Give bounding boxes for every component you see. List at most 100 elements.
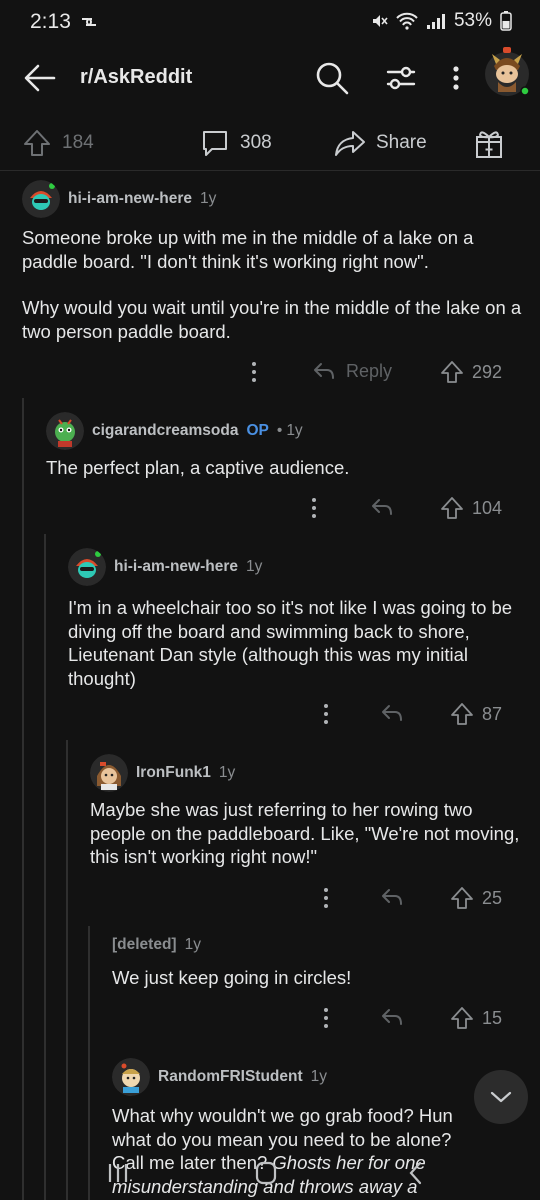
share-arrow-icon [335,131,365,156]
commenter-avatar[interactable] [22,180,60,218]
search-icon[interactable] [312,58,352,98]
deleted-username: [deleted] [112,936,177,953]
post-action-bar: 184 308 Share [0,124,540,168]
comments-button[interactable]: 308 [200,128,272,158]
scroll-down-button[interactable] [474,1070,528,1124]
comment-username[interactable]: IronFunk1 [136,764,211,782]
comment-age: 1y [286,422,303,439]
link-icon [82,18,96,26]
back-nav-icon[interactable] [406,1160,426,1186]
reply-arrow-icon [382,1009,402,1025]
wifi-icon [396,12,418,30]
subreddit-title[interactable]: r/AskReddit [80,66,192,89]
share-label: Share [376,132,427,153]
reply-button[interactable] [380,702,404,724]
comment-header: RandomFRIStudent 1y [112,1058,327,1096]
comment-actions: 25 [90,884,524,914]
battery-icon [500,11,512,31]
reply-button[interactable]: Reply [312,360,392,382]
comment-body: The perfect plan, a captive audience. [46,456,522,480]
status-time: 2:13 [30,10,71,33]
upvote-arrow-icon [441,497,463,519]
commenter-avatar[interactable] [46,412,84,450]
comment-actions: Reply 292 [22,358,522,388]
reply-label: Reply [346,360,393,381]
recent-apps-icon[interactable] [106,1160,130,1186]
separator-dot: • [276,422,283,439]
more-options-icon[interactable] [446,58,466,98]
comment-age: 1y [184,936,201,953]
more-options-icon[interactable] [322,886,330,910]
upvote-arrow-icon [451,703,473,725]
comment-actions: 15 [112,1004,524,1034]
comment-paragraph: I'm in a wheelchair too so it's not like… [68,597,513,689]
reply-arrow-icon [314,363,334,379]
comment-header: hi-i-am-new-here 1y [68,548,262,586]
more-options-icon[interactable] [322,1006,330,1030]
vote-count: 292 [472,361,503,382]
comment-body: I'm in a wheelchair too so it's not like… [68,596,524,690]
commenter-avatar[interactable] [112,1058,150,1096]
comment-username[interactable]: hi-i-am-new-here [68,190,192,208]
divider [0,170,540,171]
comment-username[interactable]: RandomFRIStudent [158,1068,303,1086]
share-button[interactable]: Share [334,128,427,158]
comment-upvote[interactable]: 292 [440,360,502,384]
comment-upvote[interactable]: 25 [450,886,502,910]
reply-arrow-icon [382,889,402,905]
vote-count: 104 [472,497,503,518]
reply-button[interactable] [380,1006,404,1028]
upvote-button[interactable]: 184 [22,128,94,158]
thread-line [66,740,68,1200]
status-icons: 53% [370,10,512,32]
comment-paragraph: Why would you wait until you're in the m… [22,297,522,342]
comment-age: 1y [310,1068,328,1085]
upvote-count: 184 [62,132,94,153]
gift-award-icon [476,131,502,158]
back-arrow-icon[interactable] [22,60,58,96]
more-options-icon[interactable] [310,496,318,520]
reply-button[interactable] [380,886,404,908]
upvote-arrow-icon [451,1007,473,1029]
thread-line [44,534,46,1200]
vote-count: 87 [482,703,503,724]
award-button[interactable] [474,128,504,160]
reply-arrow-icon [372,499,392,515]
comment-body: Maybe she was just referring to her rowi… [90,798,524,869]
home-icon[interactable] [254,1160,278,1186]
more-options-icon[interactable] [322,702,330,726]
commenter-avatar[interactable] [68,548,106,586]
comment-paragraph: The perfect plan, a captive audience. [46,457,350,478]
op-badge: OP [246,422,269,439]
upvote-arrow-icon [24,130,50,156]
comment-bubble-icon [203,131,227,156]
sort-filter-icon[interactable] [382,58,420,98]
comment-upvote[interactable]: 15 [450,1006,502,1030]
comment-upvote[interactable]: 87 [450,702,502,726]
chevron-down-icon [490,1091,512,1103]
battery-percent: 53% [453,10,492,31]
comment-paragraph: Maybe she was just referring to her rowi… [90,799,520,867]
comment-actions: 104 [46,494,522,524]
reply-button[interactable] [370,496,394,518]
mute-icon [372,15,388,27]
comment-age: 1y [246,558,263,575]
comment-upvote[interactable]: 104 [440,496,502,520]
thread-line [22,398,24,1200]
comment-age: 1y [218,764,236,781]
signal-icon [426,14,445,29]
comment-header: cigarandcreamsoda OP • 1y [46,412,303,450]
commenter-avatar[interactable] [90,754,128,792]
comment-count: 308 [240,132,272,153]
comment-username[interactable]: hi-i-am-new-here [114,558,238,576]
comment-paragraph: We just keep going in circles! [112,967,352,988]
comment-header: [deleted] 1y [112,936,201,954]
vote-count: 15 [482,1007,503,1028]
thread-line [88,926,90,1200]
more-options-icon[interactable] [250,360,258,384]
status-bar: 2:13 53% [0,0,540,44]
user-avatar[interactable] [482,44,532,98]
comment-body: Someone broke up with me in the middle o… [22,226,522,343]
comment-username[interactable]: cigarandcreamsoda [92,422,238,440]
comment-body: We just keep going in circles! [112,966,524,990]
